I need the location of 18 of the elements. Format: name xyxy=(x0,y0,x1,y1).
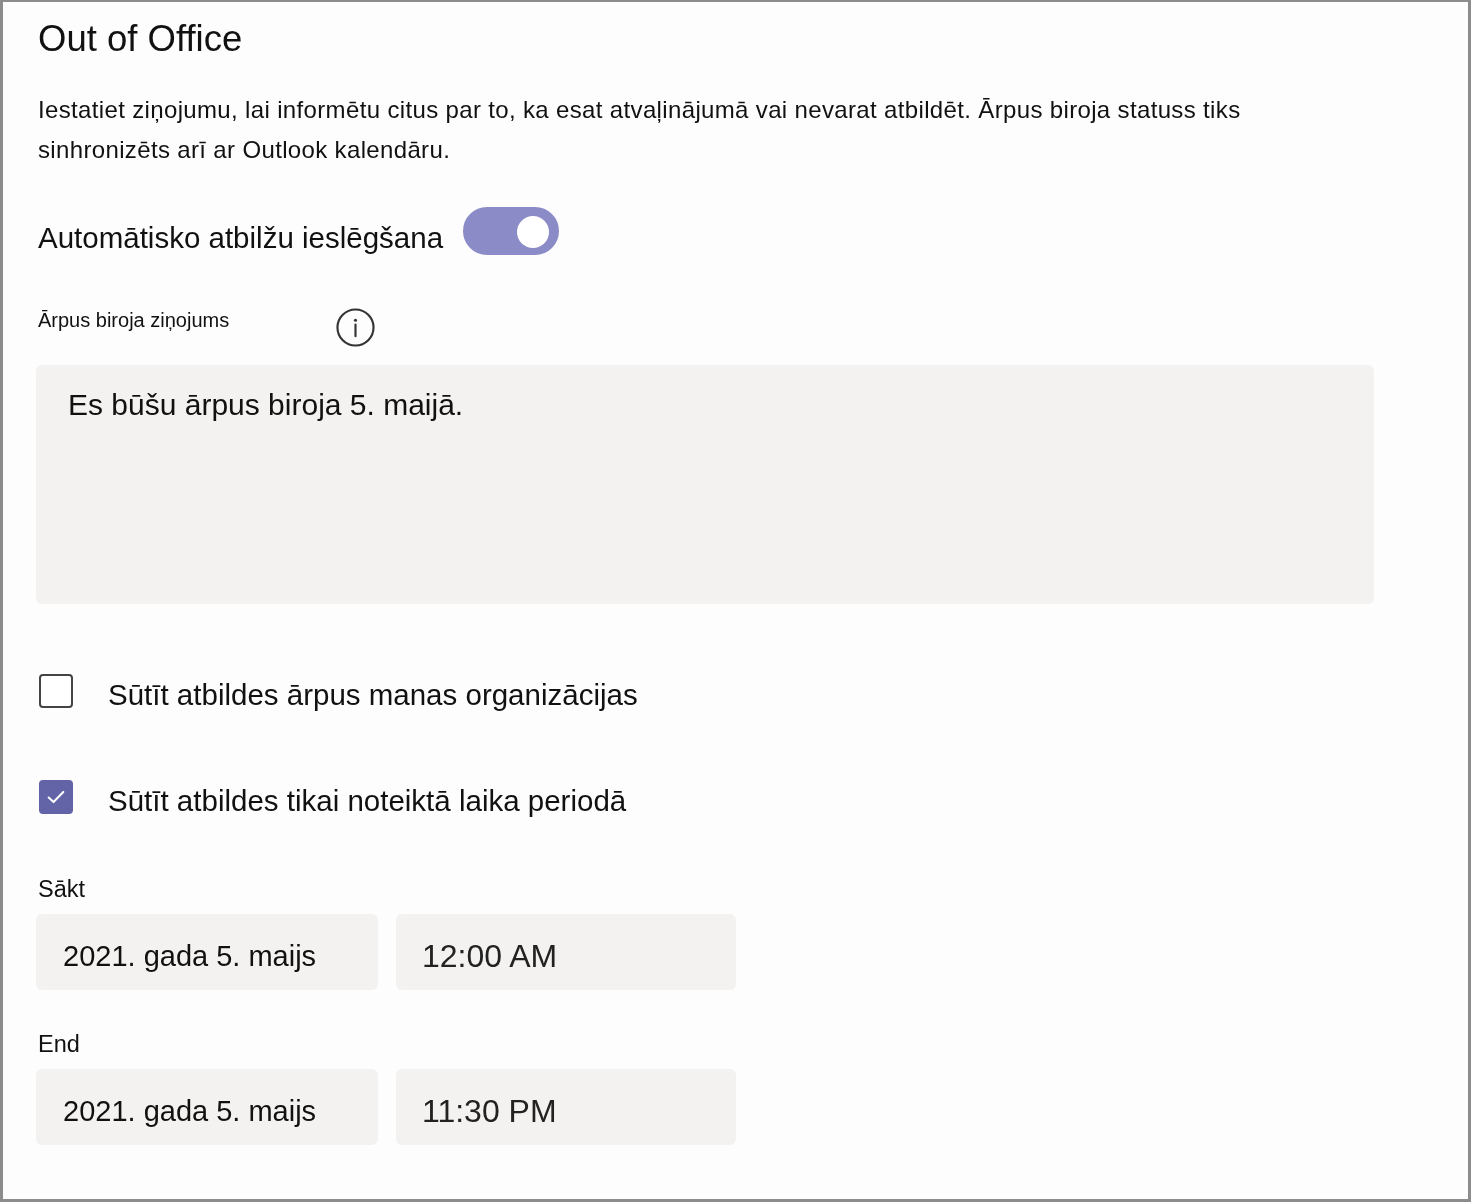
page-title: Out of Office xyxy=(38,18,243,60)
date-field[interactable]: 2021. gada 5. maijs xyxy=(36,1069,378,1145)
checkbox-label: Sūtīt atbildes ārpus manas organizācijas xyxy=(108,678,638,712)
field-label: Ārpus biroja ziņojums xyxy=(38,308,230,332)
checkmark-icon xyxy=(47,790,65,804)
time-field[interactable]: 12:00 AM xyxy=(396,914,736,990)
description-text: Iestatiet ziņojumu, lai informētu citus par to, ka esat atvaļinājumā vai nevarat atbildēt. Ārpus biroja statuss tiks sinhronizēts arī ar Outlook kalendāru. xyxy=(38,95,1242,165)
toggle-switch[interactable] xyxy=(463,207,560,255)
date-field[interactable]: 2021. gada 5. maijs xyxy=(36,914,378,990)
info-icon[interactable] xyxy=(336,308,376,347)
message-field[interactable]: Es būšu ārpus biroja 5. maijā. xyxy=(36,365,1374,604)
checkbox[interactable] xyxy=(39,674,73,708)
field-label: Sākt xyxy=(38,876,86,902)
checkbox[interactable] xyxy=(39,780,73,814)
time-field[interactable]: 11:30 PM xyxy=(396,1069,736,1145)
field-label: End xyxy=(38,1031,80,1057)
toggle-label: Automātisko atbilžu ieslēgšana xyxy=(38,220,444,255)
checkbox-label: Sūtīt atbildes tikai noteiktā laika periodā xyxy=(108,784,627,818)
